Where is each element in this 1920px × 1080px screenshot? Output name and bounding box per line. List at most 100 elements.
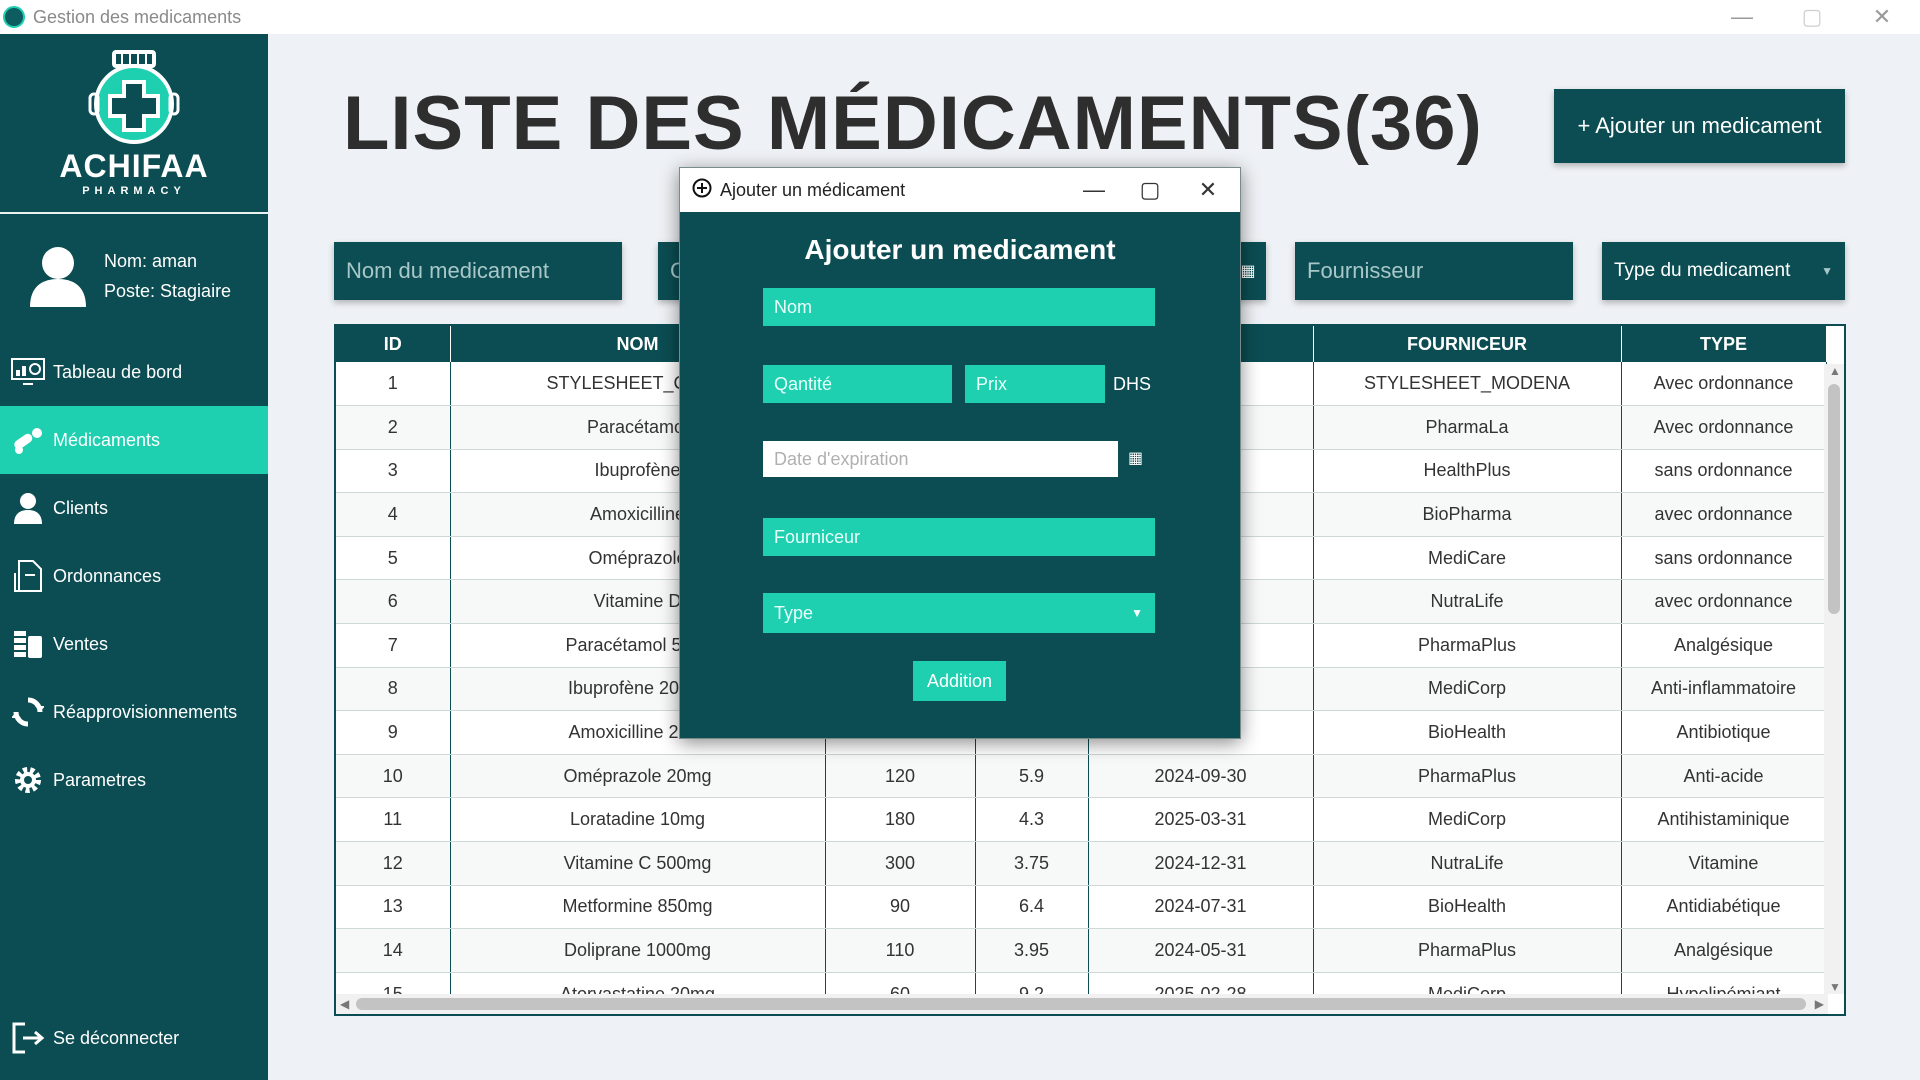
cell-id: 6: [336, 579, 451, 625]
type-filter-dropdown[interactable]: Type du medicament ▼: [1602, 242, 1845, 300]
cell-fourniceur: MediCorp: [1313, 667, 1622, 712]
cell-nom: Loratadine 10mg: [450, 797, 826, 843]
cell-fourniceur: MediCare: [1313, 536, 1622, 581]
sidebar-item-medicaments[interactable]: Médicaments: [0, 406, 268, 474]
logout-label: Se déconnecter: [53, 1027, 180, 1048]
quantite-field[interactable]: Qantité: [763, 365, 952, 403]
type-dropdown-label: Type: [774, 602, 814, 623]
sidebar-item-parametres[interactable]: Parametres: [0, 746, 268, 814]
cell-fourniceur: PharmaLa: [1313, 405, 1622, 450]
cell-id: 3: [336, 449, 451, 494]
horizontal-scroll-thumb[interactable]: [356, 998, 1806, 1010]
cell-expiration: 2025-03-31: [1088, 797, 1314, 843]
cell-prix: 6.4: [975, 885, 1089, 930]
cell-type: sans ordonnance: [1621, 536, 1827, 581]
user-avatar-icon: [30, 247, 86, 307]
cell-fourniceur: HealthPlus: [1313, 449, 1622, 494]
cell-type: Analgésique: [1621, 928, 1827, 973]
add-medicament-button[interactable]: + Ajouter un medicament: [1554, 89, 1845, 163]
supplier-filter-input[interactable]: Fournisseur: [1295, 242, 1573, 300]
horizontal-scrollbar[interactable]: ◀ ▶: [336, 994, 1828, 1014]
pills-icon: [10, 422, 46, 458]
sidebar-item-reapprovisionnements[interactable]: Réapprovisionnements: [0, 678, 268, 746]
logout-button[interactable]: Se déconnecter: [0, 1004, 268, 1072]
scroll-left-icon: ◀: [340, 997, 350, 1011]
gear-icon: [10, 762, 46, 798]
cell-id: 10: [336, 754, 451, 799]
calendar-icon[interactable]: ▦: [1128, 448, 1143, 468]
dialog-maximize-button[interactable]: ▢: [1122, 168, 1178, 212]
cell-nom: Doliprane 1000mg: [450, 928, 826, 973]
sidebar-item-dashboard[interactable]: Tableau de bord: [0, 338, 268, 406]
cell-type: Antihistaminique: [1621, 797, 1827, 843]
cell-id: 14: [336, 928, 451, 973]
cell-expiration: 2024-05-31: [1088, 928, 1314, 973]
table-row[interactable]: 13 Metformine 850mg 90 6.4 2024-07-31 BioHeal…: [336, 885, 1827, 930]
table-row[interactable]: 11 Loratadine 10mg 180 4.3 2025-03-31 MediCor…: [336, 797, 1827, 843]
cell-fourniceur: BioHealth: [1313, 710, 1622, 755]
user-name: Nom: aman: [104, 251, 198, 271]
sidebar-item-label: Réapprovisionnements: [53, 701, 238, 722]
addition-button[interactable]: Addition: [913, 661, 1006, 701]
cell-type: Avec ordonnance: [1621, 405, 1827, 450]
cell-fourniceur: MediCorp: [1313, 797, 1622, 843]
column-header-id[interactable]: ID: [336, 326, 451, 362]
window-titlebar: Gestion des medicaments — ▢ ✕: [0, 0, 1920, 34]
vertical-scroll-thumb[interactable]: [1828, 384, 1840, 614]
currency-label: DHS: [1113, 374, 1152, 394]
scroll-down-icon: ▼: [1829, 980, 1841, 994]
close-button[interactable]: ✕: [1852, 0, 1912, 34]
cell-quantite: 110: [825, 928, 976, 973]
cell-fourniceur: NutraLife: [1313, 841, 1622, 886]
maximize-button[interactable]: ▢: [1782, 0, 1842, 34]
sidebar-item-label: Clients: [53, 497, 109, 518]
cell-type: Analgésique: [1621, 623, 1827, 668]
cell-id: 5: [336, 536, 451, 581]
vertical-scrollbar[interactable]: ▲ ▼: [1824, 364, 1844, 994]
cell-type: avec ordonnance: [1621, 579, 1827, 625]
sidebar-item-ordonnances[interactable]: Ordonnances: [0, 542, 268, 610]
dialog-heading: Ajouter un medicament: [804, 234, 1116, 265]
cell-type: sans ordonnance: [1621, 449, 1827, 494]
minimize-button[interactable]: —: [1712, 0, 1772, 34]
table-row[interactable]: 10 Oméprazole 20mg 120 5.9 2024-09-30 PharmaP…: [336, 754, 1827, 799]
scroll-up-icon: ▲: [1829, 364, 1841, 378]
expiration-date-field[interactable]: Date d'expiration: [763, 441, 1118, 477]
cell-type: Anti-inflammatoire: [1621, 667, 1827, 712]
sales-icon: [10, 626, 46, 662]
cell-fourniceur: STYLESHEET_MODENA: [1313, 362, 1622, 407]
type-dropdown[interactable]: Type ▼: [763, 593, 1155, 633]
cell-prix: 5.9: [975, 754, 1089, 799]
cell-type: Anti-acide: [1621, 754, 1827, 799]
sidebar-item-label: Médicaments: [53, 429, 161, 450]
column-header-fourniceur[interactable]: FOURNICEUR: [1313, 326, 1622, 362]
prix-field[interactable]: Prix: [965, 365, 1105, 403]
column-header-type[interactable]: TYPE: [1621, 326, 1827, 362]
dialog-close-button[interactable]: ✕: [1180, 168, 1236, 212]
chevron-down-icon: ▼: [1131, 606, 1143, 620]
cell-fourniceur: NutraLife: [1313, 579, 1622, 625]
sidebar-item-clients[interactable]: Clients: [0, 474, 268, 542]
sidebar-item-label: Tableau de bord: [53, 361, 183, 382]
nom-field[interactable]: Nom: [763, 288, 1155, 326]
cell-quantite: 300: [825, 841, 976, 886]
cell-type: Avec ordonnance: [1621, 362, 1827, 407]
cell-fourniceur: BioHealth: [1313, 885, 1622, 930]
cell-id: 7: [336, 623, 451, 668]
cell-id: 2: [336, 405, 451, 450]
sidebar-item-ventes[interactable]: Ventes: [0, 610, 268, 678]
cell-fourniceur: PharmaPlus: [1313, 754, 1622, 799]
cell-type: avec ordonnance: [1621, 492, 1827, 537]
cell-expiration: 2024-09-30: [1088, 754, 1314, 799]
window-title: Gestion des medicaments: [33, 6, 242, 27]
user-role: Poste: Stagiaire: [104, 281, 232, 301]
fourniceur-field[interactable]: Fourniceur: [763, 518, 1155, 556]
sidebar-item-label: Ordonnances: [53, 565, 162, 586]
user-info: Nom: aman Poste: Stagiaire: [0, 214, 268, 338]
table-row[interactable]: 14 Doliprane 1000mg 110 3.95 2024-05-31 Pharm…: [336, 928, 1827, 973]
table-row[interactable]: 12 Vitamine C 500mg 300 3.75 2024-12-31 Nutra…: [336, 841, 1827, 886]
cell-id: 13: [336, 885, 451, 930]
dialog-minimize-button[interactable]: —: [1066, 168, 1122, 212]
type-filter-label: Type du medicament: [1614, 260, 1791, 281]
name-search-input[interactable]: Nom du medicament: [334, 242, 622, 300]
